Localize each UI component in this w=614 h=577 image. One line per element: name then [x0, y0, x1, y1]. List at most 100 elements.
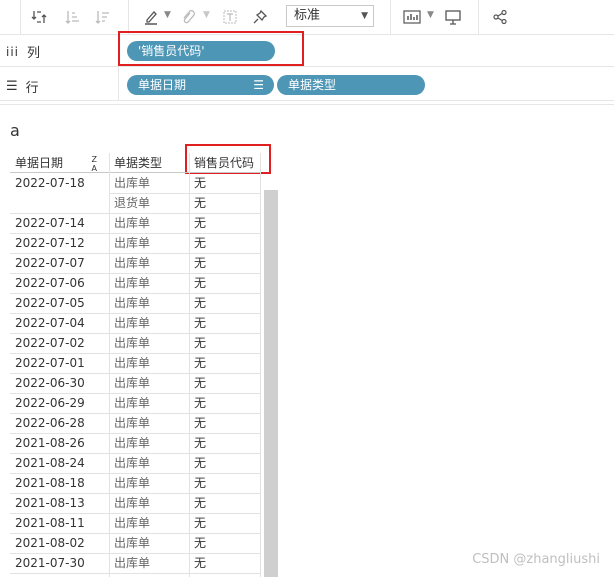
cell-document-date[interactable]: 2021-08-02 [10, 533, 109, 553]
cell-document-type[interactable]: 出库单 [109, 173, 189, 193]
chevron-down-icon[interactable]: ▼ [203, 10, 210, 20]
cell-document-type[interactable]: 出库单 [109, 333, 189, 353]
cell-salesperson-code[interactable]: 无 [189, 253, 261, 273]
cell-document-type[interactable]: 出库单 [109, 453, 189, 473]
cell-salesperson-code[interactable]: 无 [189, 513, 261, 533]
cell-document-type[interactable]: 出库单 [109, 493, 189, 513]
columns-label-text: 列 [27, 46, 41, 61]
view-size-select[interactable]: 标准 ▼ [286, 5, 374, 27]
cell-document-date[interactable]: 2021-08-24 [10, 453, 109, 473]
cell-salesperson-code[interactable]: 无 [189, 533, 261, 553]
cell-document-type[interactable]: 出库单 [109, 353, 189, 373]
cell-salesperson-code[interactable]: 无 [189, 413, 261, 433]
cell-salesperson-code[interactable]: 无 [189, 373, 261, 393]
presentation-icon[interactable] [442, 6, 464, 28]
cell-document-date[interactable]: 2022-07-05 [10, 293, 109, 313]
cell-document-type[interactable]: 出库单 [109, 273, 189, 293]
cell-salesperson-code[interactable]: 无 [189, 393, 261, 413]
cell-salesperson-code[interactable]: 无 [189, 193, 261, 213]
cell-document-type[interactable]: 出库单 [109, 433, 189, 453]
cell-document-date[interactable]: 2022-07-14 [10, 213, 109, 233]
toolbar-separator [128, 0, 129, 34]
cell-salesperson-code[interactable]: 无 [189, 553, 261, 573]
header-salesperson-code[interactable]: 销售员代码 [189, 153, 261, 173]
chevron-down-icon: ▼ [361, 11, 368, 21]
cell-document-date[interactable]: 2022-07-18 [10, 173, 109, 193]
watermark: CSDN @zhangliushi [472, 552, 600, 567]
cell-salesperson-code[interactable]: 无 [189, 453, 261, 473]
row-divider [10, 573, 261, 574]
cell-document-date[interactable]: 2021-08-13 [10, 493, 109, 513]
cell-salesperson-code[interactable]: 无 [189, 333, 261, 353]
sort-descending-icon: ☰ [253, 78, 264, 92]
cell-document-date[interactable]: 2022-07-02 [10, 333, 109, 353]
cell-document-type[interactable]: 出库单 [109, 473, 189, 493]
cell-document-date[interactable]: 2021-08-26 [10, 433, 109, 453]
cell-document-date[interactable]: 2022-07-07 [10, 253, 109, 273]
cell-salesperson-code[interactable]: 无 [189, 433, 261, 453]
cell-document-type[interactable]: 出库单 [109, 413, 189, 433]
paperclip-icon[interactable] [177, 6, 199, 28]
vertical-scrollbar[interactable] [264, 190, 278, 577]
cell-document-type[interactable]: 出库单 [109, 253, 189, 273]
cell-salesperson-code[interactable]: 无 [189, 313, 261, 333]
cell-document-date[interactable]: 2022-07-06 [10, 273, 109, 293]
cell-salesperson-code[interactable]: 无 [189, 213, 261, 233]
rows-label-text: 行 [25, 81, 39, 96]
cell-document-date[interactable]: 2021-08-18 [10, 473, 109, 493]
header-label: 单据日期 [15, 156, 64, 170]
cell-salesperson-code[interactable]: 无 [189, 353, 261, 373]
cell-document-type[interactable]: 出库单 [109, 513, 189, 533]
rows-pill-document-date[interactable]: 单据日期 ☰ [127, 75, 274, 95]
cell-salesperson-code[interactable]: 无 [189, 233, 261, 253]
cell-document-type[interactable]: 出库单 [109, 553, 189, 573]
toolbar: ▼ ▼ 标准 ▼ ▼ [0, 0, 614, 35]
cell-document-type[interactable]: 出库单 [109, 213, 189, 233]
columns-shelf: iii 列 '销售员代码' [0, 35, 614, 65]
cell-document-type[interactable]: 出库单 [109, 533, 189, 553]
shelf-divider [0, 104, 614, 105]
sheet-title: a [10, 121, 20, 140]
cell-document-date[interactable]: 2022-07-01 [10, 353, 109, 373]
rows-pill-document-type[interactable]: 单据类型 [277, 75, 425, 95]
toolbar-separator [390, 0, 391, 34]
cell-document-date[interactable]: 2022-07-12 [10, 233, 109, 253]
swap-rows-columns-icon[interactable] [28, 6, 50, 28]
cell-salesperson-code[interactable]: 无 [189, 473, 261, 493]
sort-za-icon[interactable]: ZA [92, 153, 97, 173]
pill-label: 单据日期 [138, 78, 187, 92]
sort-descending-icon[interactable] [92, 6, 114, 28]
share-icon[interactable] [489, 6, 511, 28]
cell-document-type[interactable]: 出库单 [109, 373, 189, 393]
header-document-date[interactable]: 单据日期 ZA [10, 153, 109, 173]
cell-document-date[interactable]: 2022-06-30 [10, 373, 109, 393]
cell-document-date[interactable]: 2022-06-28 [10, 413, 109, 433]
cell-document-type[interactable]: 出库单 [109, 393, 189, 413]
cell-salesperson-code[interactable]: 无 [189, 493, 261, 513]
cell-salesperson-code[interactable]: 无 [189, 173, 261, 193]
header-document-type[interactable]: 单据类型 [109, 153, 189, 173]
view-size-value: 标准 [294, 8, 321, 23]
chevron-down-icon[interactable]: ▼ [427, 10, 434, 20]
header-label: 销售员代码 [194, 156, 255, 170]
show-me-icon[interactable] [401, 6, 423, 28]
cell-salesperson-code[interactable]: 无 [189, 273, 261, 293]
cell-document-type[interactable]: 出库单 [109, 313, 189, 333]
cell-document-type[interactable]: 退货单 [109, 193, 189, 213]
rows-shelf: ☰ 行 单据日期 ☰ 单据类型 [0, 70, 614, 100]
shelf-divider [0, 100, 614, 101]
cell-document-date[interactable]: 2021-07-30 [10, 553, 109, 573]
label-icon[interactable] [219, 6, 241, 28]
cell-document-date[interactable]: 2022-07-04 [10, 313, 109, 333]
cell-document-type[interactable]: 出库单 [109, 233, 189, 253]
highlight-icon[interactable] [140, 6, 162, 28]
cell-document-date[interactable]: 2021-08-11 [10, 513, 109, 533]
cell-salesperson-code[interactable]: 无 [189, 293, 261, 313]
pill-label: 单据类型 [288, 78, 337, 92]
shelf-divider [0, 66, 614, 67]
chevron-down-icon[interactable]: ▼ [164, 10, 171, 20]
cell-document-type[interactable]: 出库单 [109, 293, 189, 313]
sort-ascending-icon[interactable] [62, 6, 84, 28]
pin-icon[interactable] [249, 6, 271, 28]
cell-document-date[interactable]: 2022-06-29 [10, 393, 109, 413]
